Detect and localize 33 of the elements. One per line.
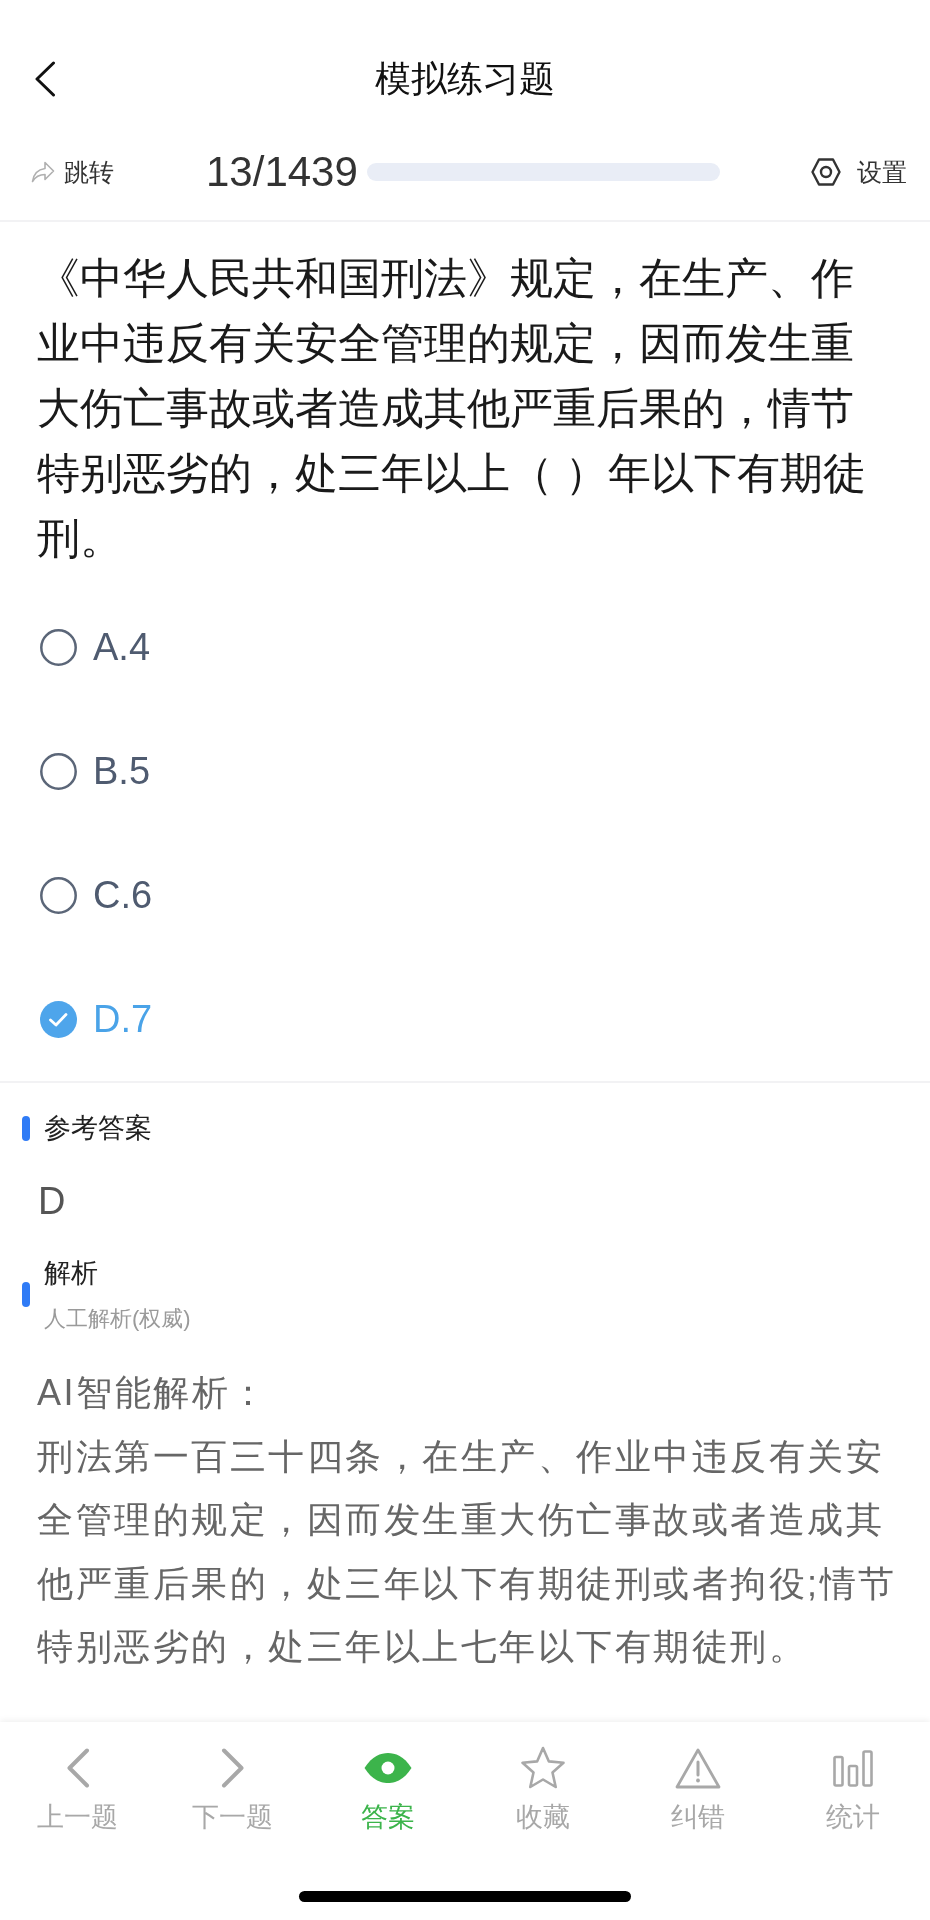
question-text: 《中华人民共和国刑法》规定，在生产、作业中违反有关安全管理的规定，因而发生重大伤亡事故或者造成其他严重后果的，情节特别恶劣的，处三年以上（ ）年以下有期徒刑。 <box>37 253 867 564</box>
chevron-left-icon <box>65 1748 90 1788</box>
star-icon <box>519 1746 566 1790</box>
section-title: 参考答案 <box>44 1112 152 1145</box>
back-button[interactable] <box>34 61 56 97</box>
analysis-heading: AI智能解析： <box>37 1371 270 1415</box>
bar-chart-icon <box>832 1749 873 1787</box>
back-icon <box>34 61 56 97</box>
eye-icon <box>363 1753 412 1783</box>
section-marker-icon <box>22 1115 30 1141</box>
settings-icon <box>811 158 841 186</box>
tab-button[interactable]: 下一题 <box>192 1746 273 1834</box>
section-marker-icon <box>22 1282 30 1307</box>
jump-button[interactable]: 跳转 <box>31 155 114 189</box>
analysis-text: 刑法第一百三十四条，在生产、作业中违反有关安全管理的规定，因而发生重大伤亡事故或者造成其他严重后果的，处三年以下有期徒刑或者拘役;情节特别恶劣的，处三年以上七年以下有期徒刑。 <box>37 1434 898 1669</box>
chevron-right-icon <box>220 1748 245 1788</box>
answer-option[interactable]: A.4 <box>0 585 930 709</box>
warning-icon <box>674 1747 721 1789</box>
tab-button[interactable]: 收藏 <box>515 1746 570 1834</box>
tab-button[interactable]: 答案 <box>360 1746 415 1834</box>
page-title: 模拟练习题 <box>375 57 555 101</box>
answer-text: D <box>38 1179 67 1224</box>
question-counter: 13/1439 <box>206 148 358 196</box>
settings-button[interactable]: 设置 <box>811 155 907 189</box>
tab-button[interactable]: 纠错 <box>670 1746 725 1834</box>
forward-arrow-icon <box>31 161 55 183</box>
section-title: 解析 <box>44 1257 99 1290</box>
answer-option[interactable]: C.6 <box>0 833 930 957</box>
answer-option[interactable]: B.5 <box>0 709 930 833</box>
tab-button[interactable]: 统计 <box>825 1746 880 1834</box>
section-subtitle: 人工解析(权威) <box>44 1305 191 1333</box>
answer-option[interactable]: D.7 <box>0 957 930 1081</box>
tab-button[interactable]: 上一题 <box>37 1746 118 1834</box>
